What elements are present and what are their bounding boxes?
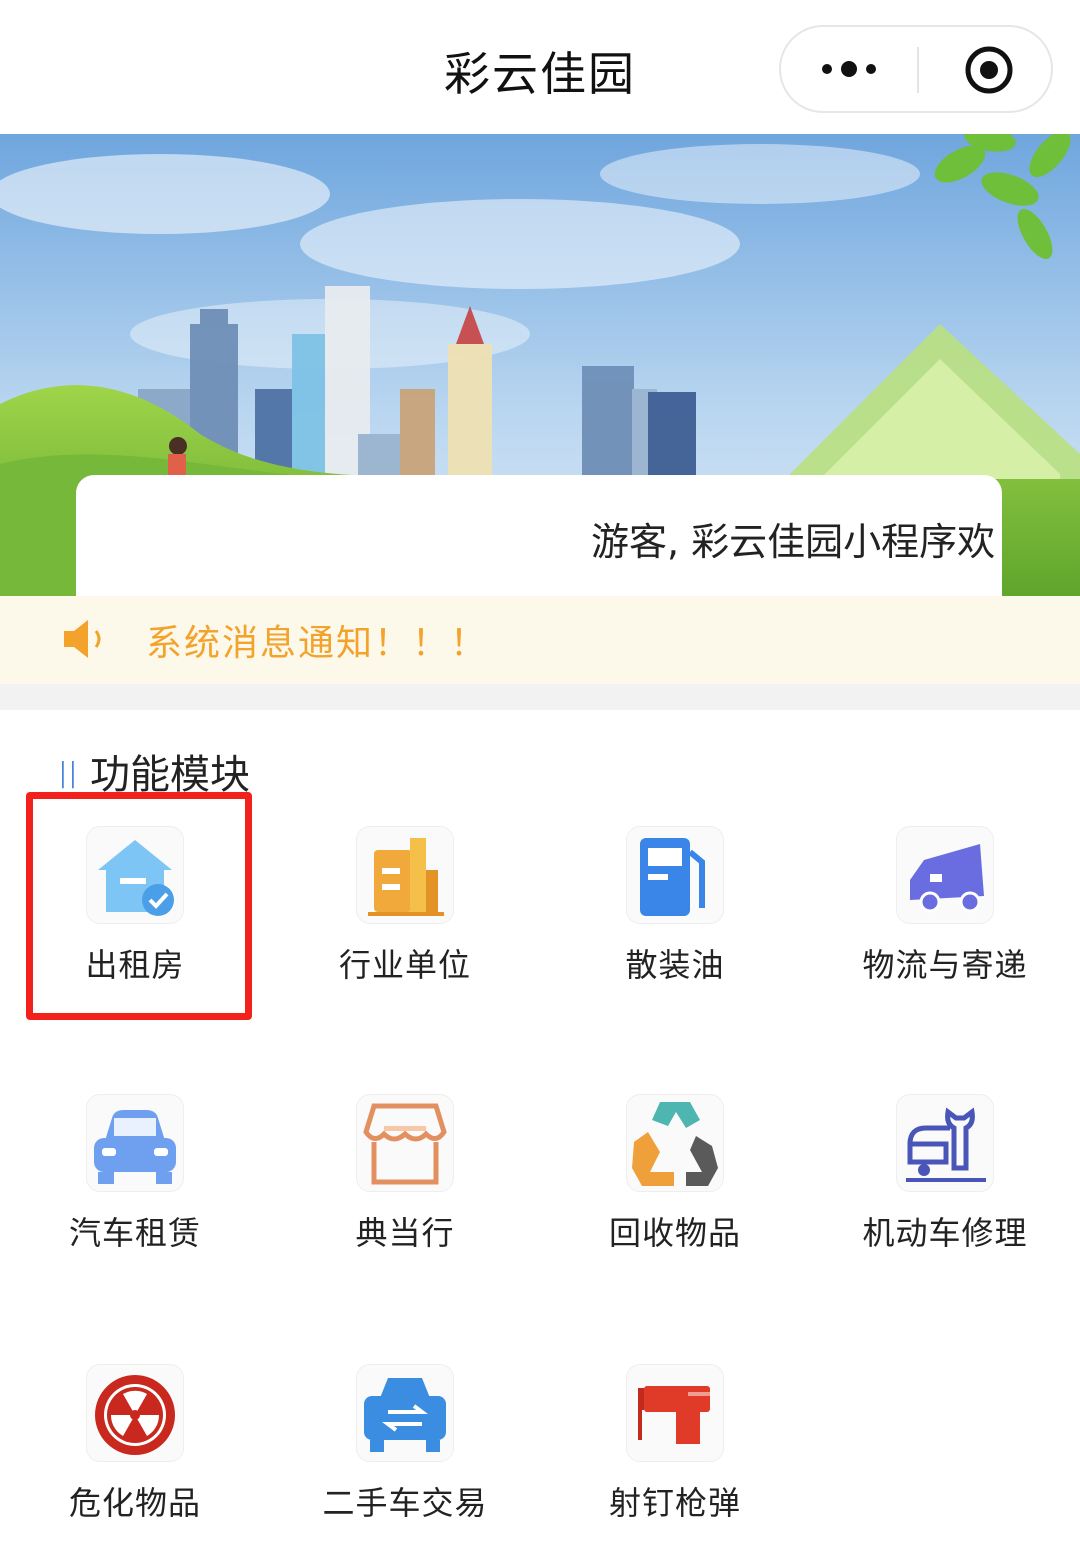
module-label: 物流与寄递 <box>862 946 1028 984</box>
close-button[interactable] <box>919 27 1051 111</box>
welcome-marquee-text: 游客, 彩云佳园小程序欢 <box>591 520 996 564</box>
module-label: 典当行 <box>355 1214 455 1252</box>
module-used-car-trade[interactable]: 二手车交易 <box>290 1364 520 1524</box>
module-vehicle-repair[interactable]: 机动车修理 <box>830 1094 1060 1254</box>
nav-bar: 彩云佳园 <box>0 0 1080 134</box>
shop-awning-icon <box>363 1103 447 1185</box>
module-label: 二手车交易 <box>322 1484 488 1522</box>
nail-gun-icon <box>638 1386 710 1444</box>
recycle-icon <box>632 1102 718 1186</box>
welcome-card: 游客, 彩云佳园小程序欢 <box>76 475 1002 596</box>
building-icon <box>368 838 444 916</box>
more-button[interactable] <box>781 27 917 111</box>
module-logistics[interactable]: 物流与寄递 <box>830 826 1060 986</box>
module-label: 射钉枪弹 <box>608 1484 741 1522</box>
car-repair-wrench-icon <box>906 1107 986 1182</box>
notice-bar[interactable]: 系统消息通知！！！ <box>0 596 1080 684</box>
section-marker: ll <box>58 756 79 797</box>
module-pawnshop[interactable]: 典当行 <box>290 1094 520 1254</box>
delivery-truck-icon <box>910 844 984 913</box>
mini-program-capsule <box>779 25 1053 113</box>
used-car-exchange-icon <box>364 1378 446 1452</box>
notice-text: 系统消息通知！！！ <box>146 623 489 664</box>
module-label: 散装油 <box>625 946 725 984</box>
module-hazardous-chemicals[interactable]: 危化物品 <box>20 1364 250 1524</box>
module-industry-unit[interactable]: 行业单位 <box>290 826 520 986</box>
module-nail-gun[interactable]: 射钉枪弹 <box>560 1364 790 1524</box>
module-label: 汽车租赁 <box>68 1214 201 1252</box>
more-dots-icon <box>822 61 876 77</box>
module-car-rental[interactable]: 汽车租赁 <box>20 1094 250 1254</box>
module-label: 行业单位 <box>338 946 471 984</box>
section-divider <box>0 684 1080 710</box>
radiation-hazard-icon <box>95 1375 175 1455</box>
speaker-icon <box>64 620 101 658</box>
module-bulk-oil[interactable]: 散装油 <box>560 826 790 986</box>
selection-highlight-box <box>26 792 252 1020</box>
car-icon <box>94 1110 176 1184</box>
gas-pump-icon <box>640 838 705 916</box>
module-label: 危化物品 <box>68 1484 201 1522</box>
module-label: 机动车修理 <box>862 1214 1028 1252</box>
record-target-icon <box>965 46 1013 94</box>
module-recycling[interactable]: 回收物品 <box>560 1094 790 1254</box>
module-label: 回收物品 <box>608 1214 741 1252</box>
